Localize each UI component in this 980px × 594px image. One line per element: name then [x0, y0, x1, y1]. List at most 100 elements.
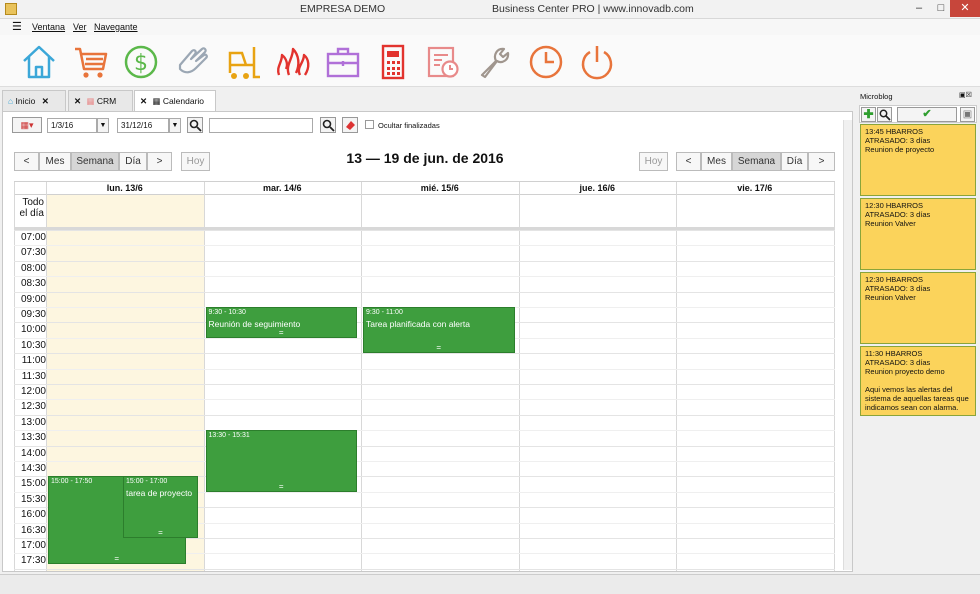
note-line: Reunion de proyecto [865, 145, 935, 154]
calendar-event[interactable]: 13:30 - 15:31 = [205, 430, 357, 493]
column-line [676, 182, 677, 571]
power-icon[interactable] [578, 43, 616, 81]
microblog-note[interactable]: 12:30 HBARROS ATRASADO: 3 días Reunion Val… [860, 198, 976, 270]
search-input[interactable] [209, 118, 313, 133]
note-line [865, 376, 971, 385]
menu-ver[interactable]: Ver [73, 22, 87, 32]
column-line [46, 182, 47, 571]
row-line [14, 399, 835, 401]
hand-icon[interactable] [174, 43, 212, 81]
close-tab-icon[interactable]: ✕ [42, 96, 49, 106]
next-button-right[interactable]: > [808, 152, 835, 171]
trash-icon[interactable]: ▣ [960, 107, 975, 122]
tab-crm[interactable]: ✕ ▦ CRM [68, 90, 133, 111]
panel-controls-icon[interactable]: ▣☒ [959, 91, 972, 99]
calendar-icon: ▦ [86, 96, 95, 106]
dollar-icon[interactable]: $ [122, 43, 160, 81]
calendar-clock-icon[interactable] [424, 43, 462, 81]
chevron-down-icon[interactable]: ▼ [97, 118, 109, 133]
time-label: 10:30 [20, 339, 46, 351]
vertical-scrollbar[interactable] [843, 120, 852, 570]
prev-button-right[interactable]: < [676, 152, 701, 171]
home-icon: ⌂ [8, 96, 14, 106]
month-button[interactable]: Mes [39, 152, 71, 171]
time-label: 14:30 [20, 463, 46, 474]
day-header: jue. 16/6 [579, 183, 616, 193]
microblog-note[interactable]: 11:30 HBARROS ATRASADO: 3 días Reunion pro… [860, 346, 976, 416]
microblog-note[interactable]: 12:30 HBARROS ATRASADO: 3 días Reunion Val… [860, 272, 976, 344]
close-icon[interactable]: ✕ [950, 0, 980, 17]
resize-handle[interactable]: = [364, 344, 514, 352]
maximize-icon[interactable]: □ [932, 0, 950, 17]
row-line [14, 353, 835, 355]
note-line: ATRASADO: 3 días [865, 210, 931, 219]
calculator-icon[interactable] [374, 43, 412, 81]
forklift-icon[interactable] [224, 43, 262, 81]
resize-handle[interactable]: = [124, 528, 197, 536]
menu-ventana[interactable]: Ventana [32, 22, 65, 32]
add-icon[interactable]: ✚ [861, 107, 876, 122]
note-line: sistema de aquellas tareas que [865, 394, 969, 403]
day-button-right[interactable]: Día [781, 152, 808, 171]
fire-icon[interactable] [274, 43, 312, 81]
microblog-panel: Microblog ▣☒ ✚ ✔ ▣ 13:45 HBARROS ATRASADO… [857, 90, 979, 571]
time-label: 17:00 [20, 540, 46, 551]
day-button[interactable]: Día [119, 152, 147, 171]
cart-icon[interactable] [72, 43, 110, 81]
column-line [518, 182, 520, 571]
prev-button[interactable]: < [14, 152, 39, 171]
date-to-input[interactable]: 31/12/16 [117, 118, 169, 133]
calendar-event[interactable]: 15:00 - 17:00 tarea de proyecto = [123, 476, 198, 538]
note-line: ATRASADO: 3 días [865, 136, 931, 145]
eraser-icon[interactable] [342, 117, 358, 133]
calendar-event[interactable]: 9:30 - 10:30 Reunión de seguimiento = [205, 307, 357, 338]
time-label: 11:00 [21, 355, 46, 367]
hide-done-checkbox[interactable] [365, 120, 374, 129]
day-header: mar. 14/6 [262, 183, 302, 193]
calendar-event[interactable]: 9:30 - 11:00 Tarea planificada con alerta… [363, 307, 515, 354]
column-line [833, 182, 835, 571]
month-button-right[interactable]: Mes [701, 152, 732, 171]
resize-handle[interactable]: = [49, 554, 185, 562]
chevron-down-icon[interactable]: ▼ [169, 118, 181, 133]
row-line [14, 568, 835, 570]
event-title: Tarea planificada con alerta [366, 319, 470, 329]
search-icon[interactable] [877, 107, 892, 122]
today-button[interactable]: Hoy [181, 152, 210, 171]
search-icon[interactable] [320, 117, 336, 133]
check-icon[interactable]: ✔ [897, 107, 957, 122]
microblog-note[interactable]: 13:45 HBARROS ATRASADO: 3 días Reunion de … [860, 124, 976, 196]
minimize-icon[interactable]: – [906, 0, 932, 17]
clock-icon[interactable] [527, 43, 565, 81]
window-title: EMPRESA DEMO [300, 3, 386, 15]
allday-label: Todo el día [19, 197, 44, 219]
time-label: 12:00 [20, 386, 46, 397]
week-button-right[interactable]: Semana [732, 152, 781, 171]
calendar-picker-icon[interactable]: ▦▾ [12, 117, 42, 133]
menu-navegante[interactable]: Navegante [94, 22, 138, 32]
app-icon [5, 3, 17, 15]
close-tab-icon[interactable]: ✕ [140, 96, 147, 106]
search-icon[interactable] [187, 117, 203, 133]
resize-handle[interactable]: = [207, 328, 357, 336]
briefcase-icon[interactable] [324, 43, 362, 81]
today-button-right[interactable]: Hoy [639, 152, 668, 171]
date-from-input[interactable]: 1/3/16 [47, 118, 97, 133]
hamburger-icon[interactable]: ☰ [12, 20, 22, 33]
home-icon[interactable] [20, 43, 58, 81]
day-header: vie. 17/6 [737, 183, 773, 193]
row-line [14, 430, 835, 432]
resize-handle[interactable]: = [207, 483, 357, 491]
tab-calendario[interactable]: ✕ ▦ Calendario [134, 90, 216, 111]
note-header: 12:30 HBARROS [865, 275, 923, 284]
close-tab-icon[interactable]: ✕ [74, 96, 81, 106]
tab-inicio[interactable]: ⌂ Inicio ✕ [2, 90, 66, 111]
time-label: 13:30 [20, 432, 46, 444]
next-button[interactable]: > [147, 152, 172, 171]
time-label: 16:30 [20, 524, 46, 536]
calendar-icon: ▦ [152, 96, 161, 106]
row-line [14, 414, 835, 416]
wrench-icon[interactable] [476, 43, 514, 81]
week-grid: lun. 13/6 mar. 14/6 mié. 15/6 jue. 16/6 vie.… [14, 181, 835, 571]
week-button[interactable]: Semana [71, 152, 119, 171]
